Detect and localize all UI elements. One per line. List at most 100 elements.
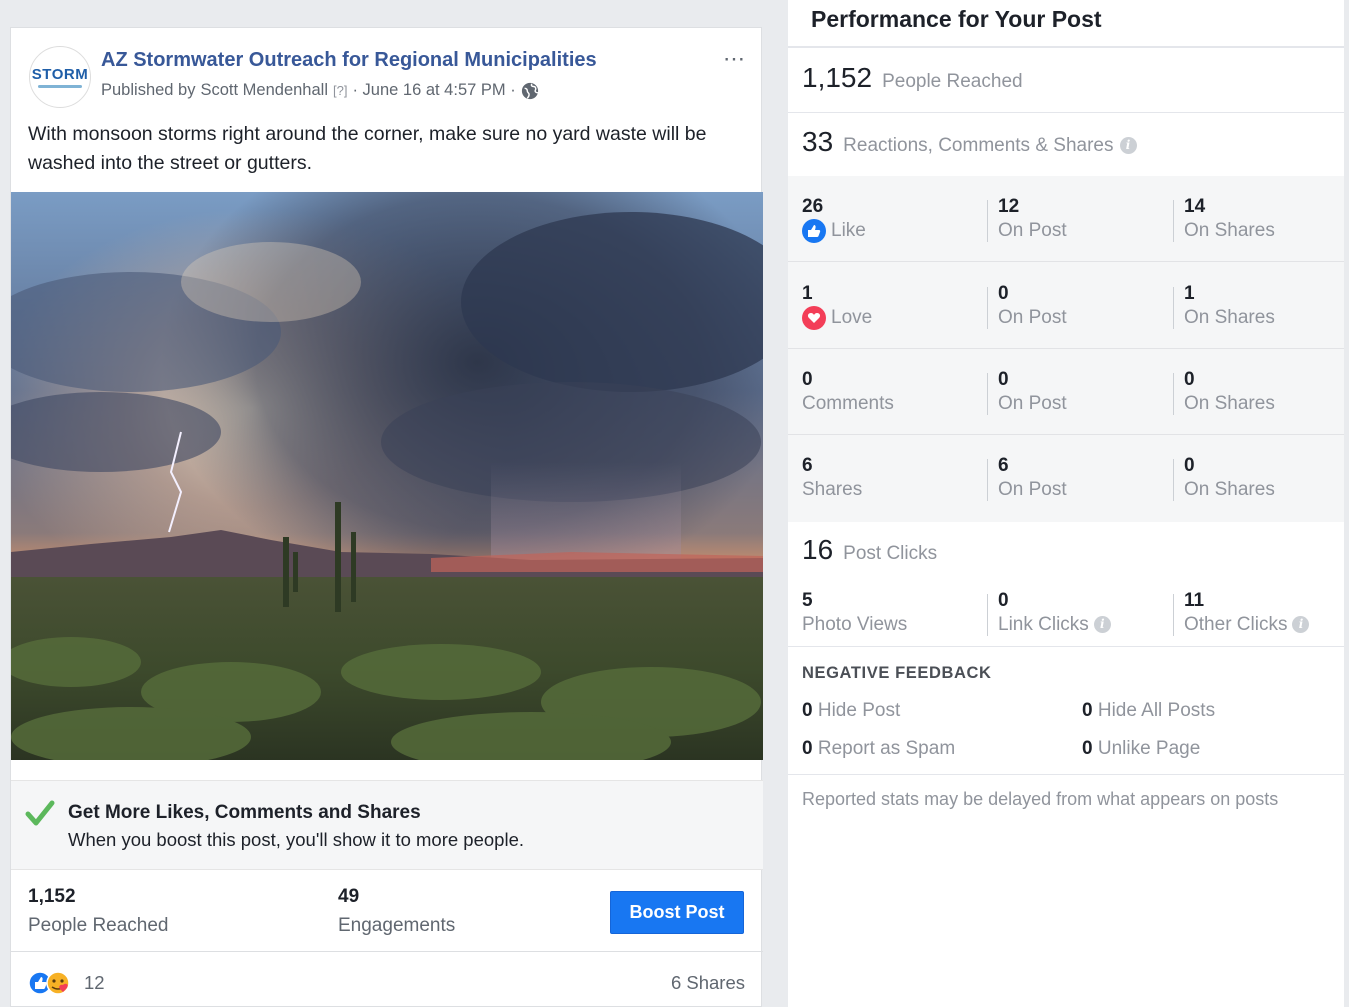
comments-on-shares: 0 On Shares [1184,369,1275,419]
link-clicks: 0 Link Clicks i [998,590,1111,640]
promo-subtitle: When you boost this post, you'll show it… [68,829,524,850]
unlike-page-stat: 0 Unlike Page [1082,738,1200,760]
column-divider [987,373,988,415]
hide-post-value: 0 [802,700,813,721]
unlike-page-value: 0 [1082,738,1093,759]
engagements-value: 49 [338,886,360,907]
photo-views: 5 Photo Views [802,590,907,640]
reactions-bar: 12 6 Shares [11,951,763,1007]
info-icon[interactable]: i [1292,616,1310,633]
love-on-post: 0 On Post [998,283,1067,333]
link-clicks-value: 0 [998,590,1009,611]
comments-on-shares-label: On Shares [1184,393,1275,414]
comments-total-value: 0 [802,369,813,390]
column-divider [987,594,988,636]
info-icon[interactable]: i [1119,137,1137,155]
shares-on-post: 6 On Post [998,455,1067,505]
report-spam-value: 0 [802,738,813,759]
other-clicks-label: Other Clicks [1184,614,1288,635]
hide-post-label: Hide Post [817,700,901,721]
like-total-value: 26 [802,196,824,217]
globe-icon [521,82,538,99]
love-label: Love [831,307,873,328]
other-clicks: 11 Other Clicks i [1184,590,1310,640]
divider [788,46,1344,48]
divider [788,646,1344,647]
like-on-post-value: 12 [998,196,1020,217]
avatar-logo-text: STORM [31,66,89,83]
column-divider [1173,200,1174,242]
shares-total-value: 6 [802,455,813,476]
like-on-post: 12 On Post [998,196,1067,246]
shares-label: Shares [802,479,863,500]
breakdown-row-love: 1 Love 0 On Post 1 On Shares [788,263,1344,349]
hide-all-value: 0 [1082,700,1093,721]
column-divider [987,200,988,242]
love-on-post-label: On Post [998,307,1067,328]
comments-on-shares-value: 0 [1184,369,1195,390]
hide-all-posts-stat: 0 Hide All Posts [1082,700,1215,722]
info-icon[interactable]: i [1093,616,1111,633]
love-icon [802,305,826,330]
photo-views-label: Photo Views [802,614,908,635]
comments-total: 0 Comments [802,369,894,419]
engagements-label: Engagements [338,915,456,936]
love-total-value: 1 [802,283,813,304]
shares-on-shares-label: On Shares [1184,479,1275,500]
other-clicks-value: 11 [1184,590,1205,611]
reactions-summary-label: Reactions, Comments & Shares i [843,135,1137,157]
breakdown-row-shares: 6 Shares 6 On Post 0 On Shares [788,435,1344,521]
post-date[interactable]: · June 16 at 4:57 PM · [352,81,515,100]
boost-post-button[interactable]: Boost Post [610,891,744,934]
avatar-logo-line [38,85,82,88]
promo-title: Get More Likes, Comments and Shares [68,802,421,823]
post-clicks-value: 16 [802,534,834,565]
checkmark-icon [25,800,55,826]
negative-feedback-title: NEGATIVE FEEDBACK [802,664,992,682]
report-spam-label: Report as Spam [817,738,956,759]
page-avatar[interactable]: STORM [29,46,91,108]
love-on-shares-value: 1 [1184,283,1195,304]
reactions-summary-row: 33 Reactions, Comments & Shares i [802,126,1137,158]
like-on-shares-value: 14 [1184,196,1206,217]
published-prefix: Published by [101,81,196,99]
like-on-shares-label: On Shares [1184,220,1275,241]
reaction-icons[interactable] [28,971,80,995]
column-divider [987,459,988,501]
divider [788,112,1344,113]
column-divider [1173,459,1174,501]
hide-post-stat: 0 Hide Post [802,700,900,722]
love-label-wrap: Love [802,305,872,330]
report-spam-stat: 0 Report as Spam [802,738,955,760]
link-clicks-label: Link Clicks [998,614,1089,635]
shares-total: 6 Shares [802,455,862,505]
shares-on-post-value: 6 [998,455,1009,476]
column-divider [1173,373,1174,415]
help-mark[interactable]: [?] [333,83,347,98]
love-on-shares: 1 On Shares [1184,283,1275,333]
storm-landscape-image [11,192,763,760]
divider [788,774,1344,775]
boost-promo-banner[interactable]: Get More Likes, Comments and Shares When… [11,780,763,870]
comments-on-post: 0 On Post [998,369,1067,419]
more-options-icon[interactable]: ⋯ [723,46,746,72]
post-photo[interactable] [11,192,763,760]
like-label: Like [831,220,866,241]
column-divider [1173,287,1174,329]
link-clicks-label-wrap: Link Clicks i [998,612,1111,637]
like-label-wrap: Like [802,218,866,243]
love-on-post-value: 0 [998,283,1009,304]
stats-disclaimer: Reported stats may be delayed from what … [802,789,1279,809]
post-message: With monsoon storms right around the cor… [28,123,707,174]
shares-count-link[interactable]: 6 Shares [671,972,745,994]
love-on-shares-label: On Shares [1184,307,1275,328]
reaction-count[interactable]: 12 [84,972,105,994]
post-card: STORM AZ Stormwater Outreach for Regiona… [10,27,763,1007]
comments-on-post-value: 0 [998,369,1009,390]
publisher-name[interactable]: Scott Mendenhall [200,81,328,100]
other-clicks-label-wrap: Other Clicks i [1184,612,1310,637]
page-name-link[interactable]: AZ Stormwater Outreach for Regional Muni… [101,49,597,72]
post-byline: Published by Scott Mendenhall [?] · June… [101,81,539,100]
love-total: 1 Love [802,283,872,333]
shares-on-post-label: On Post [998,479,1067,500]
